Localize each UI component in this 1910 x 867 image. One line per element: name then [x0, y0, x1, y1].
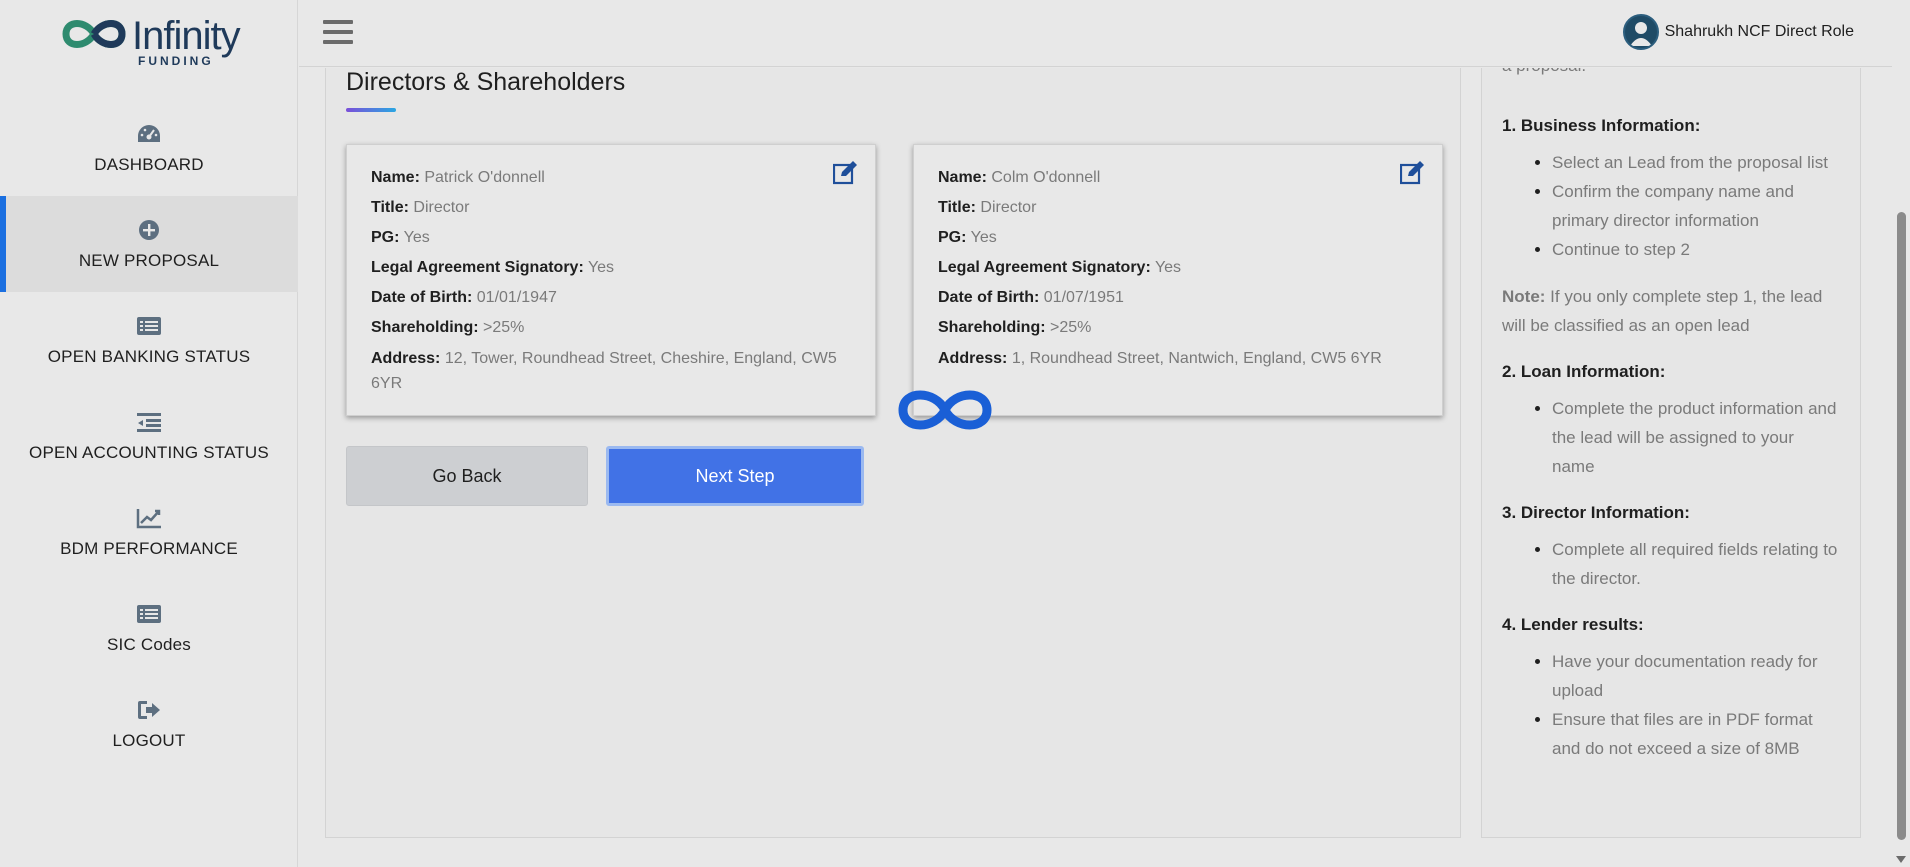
list-item: Complete all required fields relating to… [1552, 535, 1840, 593]
director-title: Title: Director [938, 199, 1037, 216]
help-step-3-list: Complete all required fields relating to… [1552, 535, 1840, 593]
scroll-down-arrow-icon[interactable] [1896, 856, 1906, 863]
list-item: Have your documentation ready for upload [1552, 647, 1840, 705]
help-step-1-title: 1. Business Information: [1502, 116, 1701, 135]
help-note: Note: If you only complete step 1, the l… [1502, 287, 1823, 335]
sidebar: Infinity FUNDING DASHBOARD NEW PROPOSAL … [0, 0, 298, 867]
director-shareholding: Shareholding: >25% [938, 319, 1092, 336]
edit-icon[interactable] [1399, 161, 1426, 185]
sidebar-item-logout[interactable]: LOGOUT [0, 676, 298, 772]
director-signatory: Legal Agreement Signatory: Yes [938, 259, 1182, 276]
sidebar-item-label: DASHBOARD [94, 155, 204, 174]
sidebar-item-dashboard[interactable]: DASHBOARD [0, 100, 298, 196]
list-item: Ensure that files are in PDF format and … [1552, 705, 1840, 763]
edit-icon[interactable] [832, 161, 859, 185]
title-underline [346, 108, 396, 112]
director-shareholding: Shareholding: >25% [371, 319, 525, 336]
user-name: Shahrukh NCF Direct Role [1664, 23, 1854, 40]
sidebar-item-label: SIC Codes [106, 635, 191, 654]
logout-icon [135, 697, 163, 723]
indent-icon [135, 409, 163, 435]
dashboard-icon [135, 121, 163, 147]
sidebar-item-open-accounting-status[interactable]: OPEN ACCOUNTING STATUS [0, 388, 298, 484]
list-item: Select an Lead from the proposal list [1552, 148, 1840, 177]
sidebar-item-label: OPEN BANKING STATUS [47, 347, 251, 366]
help-step-3-title: 3. Director Information: [1502, 503, 1690, 522]
director-address: Address: 1, Roundhead Street, Nantwich, … [938, 350, 1382, 367]
main-panel: Directors & Shareholders Name: Patrick O… [325, 68, 1461, 838]
director-address: Address: 12, Tower, Roundhead Street, Ch… [371, 350, 837, 392]
help-step-4-list: Have your documentation ready for upload… [1552, 647, 1840, 763]
sidebar-nav: DASHBOARD NEW PROPOSAL OPEN BANKING STAT… [0, 100, 298, 772]
list-item: Complete the product information and the… [1552, 394, 1840, 481]
director-pg: PG: Yes [938, 229, 997, 246]
avatar [1622, 14, 1659, 50]
go-back-button[interactable]: Go Back [346, 446, 588, 506]
sidebar-item-sic-codes[interactable]: SIC Codes [0, 580, 298, 676]
help-step-2-title: 2. Loan Information: [1502, 362, 1666, 381]
logo-text: Infinity [132, 14, 241, 58]
list-icon [135, 601, 163, 627]
top-bar: Shahrukh NCF Direct Role [299, 0, 1892, 67]
sidebar-item-label: LOGOUT [112, 731, 186, 750]
plus-circle-icon [135, 217, 163, 243]
sidebar-item-open-banking-status[interactable]: OPEN BANKING STATUS [0, 292, 298, 388]
director-signatory: Legal Agreement Signatory: Yes [371, 259, 615, 276]
sidebar-item-label: BDM PERFORMANCE [60, 539, 238, 558]
loading-infinity-icon [895, 385, 995, 435]
user-menu[interactable]: Shahrukh NCF Direct Role [1622, 14, 1854, 50]
director-card: Name: Patrick O'donnell Title: Director … [346, 144, 876, 416]
list-item: Confirm the company name and primary dir… [1552, 177, 1840, 235]
director-title: Title: Director [371, 199, 470, 216]
page-title: Directors & Shareholders [346, 68, 626, 96]
help-panel: a proposal. 1. Business Information: Sel… [1481, 68, 1861, 838]
director-pg: PG: Yes [371, 229, 430, 246]
director-dob: Date of Birth: 01/01/1947 [371, 289, 557, 306]
director-dob: Date of Birth: 01/07/1951 [938, 289, 1124, 306]
help-step-2-list: Complete the product information and the… [1552, 394, 1840, 481]
logo[interactable]: Infinity FUNDING [58, 14, 241, 70]
help-cut-text: a proposal. [1502, 68, 1586, 76]
sidebar-item-new-proposal[interactable]: NEW PROPOSAL [0, 196, 298, 292]
director-name: Name: Colm O'donnell [938, 169, 1101, 186]
chart-line-icon [135, 505, 163, 531]
sidebar-item-label: OPEN ACCOUNTING STATUS [29, 443, 269, 462]
hamburger-menu-icon[interactable] [323, 20, 353, 46]
director-card: Name: Colm O'donnell Title: Director PG:… [913, 144, 1443, 416]
help-step-4-title: 4. Lender results: [1502, 615, 1644, 634]
next-step-button[interactable]: Next Step [606, 446, 864, 506]
help-step-1-list: Select an Lead from the proposal list Co… [1552, 148, 1840, 264]
list-icon [135, 313, 163, 339]
sidebar-item-label: NEW PROPOSAL [78, 251, 220, 270]
page-scrollbar[interactable] [1892, 0, 1910, 867]
sidebar-item-bdm-performance[interactable]: BDM PERFORMANCE [0, 484, 298, 580]
logo-infinity-icon [62, 20, 126, 48]
logo-subtext: FUNDING [138, 54, 214, 68]
scrollbar-thumb[interactable] [1897, 212, 1906, 840]
director-name: Name: Patrick O'donnell [371, 169, 545, 186]
list-item: Continue to step 2 [1552, 235, 1840, 264]
